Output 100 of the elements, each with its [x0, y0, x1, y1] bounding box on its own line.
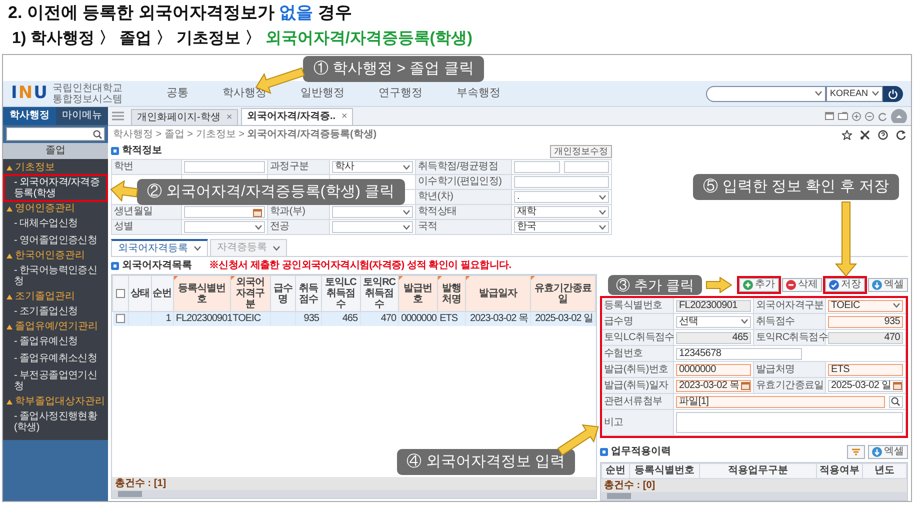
- column-header[interactable]: 적용여부: [816, 464, 862, 478]
- date-field[interactable]: [184, 206, 265, 218]
- column-header[interactable]: 순번: [602, 464, 630, 478]
- menu-item[interactable]: - 졸업유예신청: [3, 333, 108, 350]
- power-button[interactable]: [883, 86, 903, 102]
- search-icon: [93, 130, 102, 138]
- help-icon[interactable]: [878, 130, 888, 140]
- checkbox[interactable]: [116, 314, 125, 323]
- menu-item[interactable]: 학사행정: [222, 86, 266, 100]
- select-field[interactable]: [332, 206, 413, 218]
- column-header[interactable]: 상태: [128, 276, 152, 312]
- menu-group[interactable]: 졸업유예/연기관리: [3, 320, 108, 333]
- menu-group[interactable]: 기초정보: [3, 161, 108, 174]
- column-header[interactable]: 토익LC 취득점수: [321, 276, 360, 312]
- file-field[interactable]: 파일[1]: [676, 396, 885, 408]
- select-field[interactable]: 학사: [332, 161, 413, 173]
- note-field[interactable]: [676, 412, 903, 433]
- sidebar-tab[interactable]: 학사행정: [3, 107, 56, 125]
- menu-item[interactable]: - 대체수업신청: [3, 215, 108, 232]
- filter-button[interactable]: [847, 445, 865, 459]
- select-field[interactable]: [184, 221, 265, 233]
- column-header[interactable]: 취득점수: [295, 276, 322, 312]
- column-header[interactable]: 발급일자: [466, 276, 530, 312]
- table-cell: ETS: [437, 312, 466, 326]
- input-field[interactable]: FL202300901: [676, 300, 751, 312]
- menu-group[interactable]: 조기졸업관리: [3, 290, 108, 303]
- field-label: 수험번호: [602, 346, 674, 362]
- checkbox[interactable]: [116, 288, 126, 298]
- column-header[interactable]: 발급번호: [398, 276, 438, 312]
- input-field[interactable]: [564, 161, 609, 173]
- tab-close-button[interactable]: ×: [226, 112, 232, 124]
- menu-item[interactable]: 일반행정: [300, 86, 344, 100]
- menu-item[interactable]: - 영어졸업인증신청: [3, 232, 108, 249]
- check-icon: [829, 280, 839, 290]
- input-field[interactable]: 465: [676, 332, 751, 344]
- select-field[interactable]: [332, 221, 413, 233]
- menu-group[interactable]: 한국어인증관리: [3, 249, 108, 262]
- menu-item[interactable]: - 한국어능력인증신청: [3, 262, 108, 290]
- page-tab[interactable]: 외국어자격/자격증.. ×: [241, 108, 354, 125]
- menu-item[interactable]: - 졸업유예취소신청: [3, 350, 108, 367]
- input-field[interactable]: [514, 176, 609, 188]
- menu-item[interactable]: - 조기졸업신청: [3, 303, 108, 320]
- input-field[interactable]: 470: [828, 332, 903, 344]
- page-tab[interactable]: 개인화페이지-학생 ×: [131, 109, 238, 125]
- column-header[interactable]: 발행처명: [437, 276, 466, 312]
- add-button[interactable]: 추가: [739, 278, 779, 292]
- language-select[interactable]: KOREAN: [826, 86, 883, 102]
- menu-item[interactable]: - 외국어자격/자격증등록(학생: [3, 174, 108, 202]
- menu-item[interactable]: 연구행정: [378, 86, 422, 100]
- date-field[interactable]: 2023-03-02 목: [676, 380, 751, 392]
- menu-item[interactable]: - 부전공졸업연기신청: [3, 367, 108, 395]
- input-field[interactable]: 12345678: [676, 348, 802, 360]
- scrollbar[interactable]: [601, 492, 907, 500]
- column-header[interactable]: 외국어자격구분: [230, 276, 271, 312]
- column-header[interactable]: 토익RC 취득점수: [360, 276, 399, 312]
- column-header[interactable]: 급수명: [270, 276, 296, 312]
- menu-group[interactable]: 학부졸업대상자관리: [3, 395, 108, 408]
- select-field[interactable]: 한국: [514, 221, 609, 233]
- save-button[interactable]: 저장: [825, 278, 865, 292]
- menu-group[interactable]: 영어인증관리: [3, 202, 108, 215]
- menu-item[interactable]: 부속행정: [456, 86, 500, 100]
- date-field[interactable]: 2025-03-02 일: [828, 380, 903, 392]
- sidebar-tab[interactable]: 마이메뉴: [56, 107, 108, 125]
- column-header[interactable]: 유효기간종료일: [530, 276, 596, 312]
- search-field[interactable]: [6, 127, 105, 141]
- tools-icon[interactable]: [860, 130, 870, 140]
- column-header[interactable]: 등록식별번호: [173, 276, 230, 312]
- input-field[interactable]: 935: [828, 316, 903, 328]
- menu-item[interactable]: - 졸업사정진행현황(학생): [3, 408, 108, 436]
- excel-button[interactable]: 엑셀: [868, 278, 908, 292]
- section-icon: [111, 262, 119, 270]
- column-header[interactable]: 등록식별번호: [630, 464, 700, 478]
- input-field[interactable]: [184, 161, 265, 173]
- scrollbar[interactable]: [112, 490, 596, 498]
- sub-tab[interactable]: 외국어자격등록: [111, 239, 208, 256]
- select-field[interactable]: .: [514, 191, 609, 203]
- select-field[interactable]: 재학: [514, 206, 609, 218]
- scroll-up-button[interactable]: [891, 109, 907, 123]
- delete-button[interactable]: 삭제: [782, 278, 822, 292]
- window-icon[interactable]: [825, 112, 834, 120]
- column-header[interactable]: 순번: [151, 276, 174, 312]
- folder-icon[interactable]: [838, 112, 848, 120]
- column-header[interactable]: 년도: [862, 464, 906, 478]
- zoom-in-icon[interactable]: [852, 112, 861, 120]
- search-button[interactable]: [889, 396, 903, 408]
- select-field[interactable]: [706, 86, 826, 102]
- edit-info-button[interactable]: 개인정보수정: [550, 144, 612, 158]
- star-icon[interactable]: [842, 130, 852, 140]
- zoom-out-icon[interactable]: [865, 112, 874, 120]
- table-row[interactable]: 1 FL202300901TOEIC 935 465 470 0000000 ETS 2023-03-02 목 2025-03-02 일: [112, 312, 596, 326]
- select-field[interactable]: TOEIC: [828, 300, 903, 312]
- column-header[interactable]: 적용업무구분: [700, 464, 816, 478]
- select-field[interactable]: 선택: [676, 316, 751, 328]
- input-field[interactable]: [514, 161, 560, 173]
- tab-close-button[interactable]: ×: [342, 111, 348, 123]
- input-field[interactable]: 0000000: [676, 364, 751, 376]
- menu-item[interactable]: 공통: [166, 86, 188, 100]
- menu-icon[interactable]: [112, 111, 124, 121]
- excel-button[interactable]: 엑셀: [868, 445, 908, 459]
- input-field[interactable]: ETS: [828, 364, 903, 376]
